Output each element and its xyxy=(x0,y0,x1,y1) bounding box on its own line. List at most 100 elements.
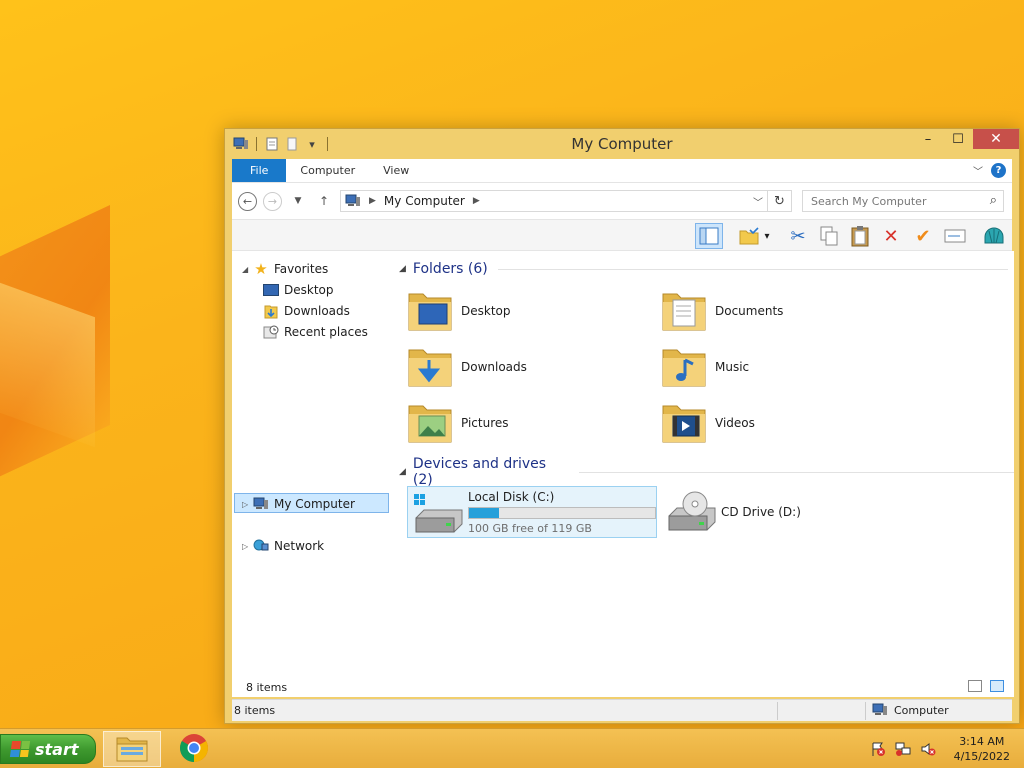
details-bar: 8 items xyxy=(232,677,1012,697)
window-title: My Computer xyxy=(571,135,673,153)
collapse-arrow-icon[interactable]: ◢ xyxy=(242,265,252,274)
nav-favorites-label: Favorites xyxy=(274,262,329,276)
drive-local-disk-c[interactable]: Local Disk (C:) 100 GB free of 119 GB xyxy=(407,486,657,538)
nav-favorites[interactable]: ◢ ★ Favorites xyxy=(242,259,328,279)
title-bar[interactable]: ▾ My Computer – ☐ ✕ xyxy=(225,129,1019,159)
large-icons-view-icon[interactable] xyxy=(990,680,1004,692)
music-folder-icon xyxy=(661,344,707,390)
computer-icon xyxy=(252,496,270,512)
folder-documents[interactable]: Documents xyxy=(661,285,901,337)
address-bar[interactable]: ▶ My Computer ▶ ﹀ ↻ xyxy=(340,190,792,212)
folder-downloads[interactable]: Downloads xyxy=(407,341,647,393)
nav-computer-row[interactable]: ▷ My Computer xyxy=(242,494,355,514)
folders-group-header[interactable]: ◢ Folders (6) xyxy=(399,261,1008,277)
recent-places-icon xyxy=(262,324,280,340)
status-location: Computer xyxy=(872,703,949,717)
window-controls: – ☐ ✕ xyxy=(913,129,1019,149)
drives-group-title: Devices and drives (2) xyxy=(412,456,547,488)
navigation-bar: ← → ▼ ↑ ▶ My Computer ▶ ﹀ ↻ Search My Co… xyxy=(232,183,1012,219)
search-input[interactable]: Search My Computer ⌕ xyxy=(802,190,1004,212)
drive-free-space: 100 GB free of 119 GB xyxy=(468,521,592,535)
folder-label: Downloads xyxy=(461,360,527,374)
view-switcher xyxy=(968,680,1004,692)
expand-ribbon-icon[interactable]: ﹀ xyxy=(973,163,983,178)
recent-locations-icon[interactable]: ▼ xyxy=(288,191,308,211)
drive-usage-fill xyxy=(469,507,499,518)
breadcrumb-my-computer[interactable]: My Computer xyxy=(384,194,465,208)
drive-cd-d[interactable]: CD Drive (D:) xyxy=(661,486,861,538)
maximize-button[interactable]: ☐ xyxy=(943,129,973,149)
status-separator xyxy=(865,702,866,720)
nav-item-recent-places[interactable]: Recent places xyxy=(262,322,368,342)
folder-label: Videos xyxy=(715,416,755,430)
drive-info: Local Disk (C:) 100 GB free of 119 GB xyxy=(468,490,656,535)
clock-time: 3:14 AM xyxy=(959,735,1005,748)
status-location-label: Computer xyxy=(894,703,949,717)
collapse-group-icon[interactable]: ◢ xyxy=(399,467,406,477)
paste-icon[interactable] xyxy=(846,223,874,249)
minimize-button[interactable]: – xyxy=(913,129,943,149)
network-icon xyxy=(252,538,270,554)
system-tray: 3:14 AM 4/15/2022 xyxy=(869,729,1024,768)
drive-usage-bar xyxy=(468,506,656,519)
nav-item-downloads[interactable]: Downloads xyxy=(262,301,350,321)
clock[interactable]: 3:14 AM 4/15/2022 xyxy=(954,734,1010,764)
close-button[interactable]: ✕ xyxy=(973,129,1019,149)
videos-folder-icon xyxy=(661,400,707,446)
details-view-icon[interactable] xyxy=(968,680,982,692)
rename-icon[interactable] xyxy=(941,223,969,249)
folder-videos[interactable]: Videos xyxy=(661,397,901,449)
folder-label: Music xyxy=(715,360,750,374)
volume-muted-icon[interactable] xyxy=(919,740,937,758)
back-button[interactable]: ← xyxy=(238,191,257,211)
cut-icon[interactable]: ✂ xyxy=(784,223,812,249)
folder-options-dropdown-icon[interactable]: ▾ xyxy=(760,223,774,249)
folder-options-icon[interactable] xyxy=(735,223,763,249)
shell-icon[interactable] xyxy=(980,223,1008,249)
status-separator xyxy=(777,702,778,720)
folders-group-title: Folders (6) xyxy=(412,261,488,277)
breadcrumb-chevron-icon[interactable]: ▶ xyxy=(473,196,480,206)
ribbon-tabs: File Computer View ﹀ ? xyxy=(232,159,1012,183)
status-item-count: 8 items xyxy=(234,704,276,717)
desktop-icon xyxy=(262,282,280,298)
delete-icon[interactable]: ✕ xyxy=(877,223,905,249)
expand-arrow-icon[interactable]: ▷ xyxy=(242,542,252,551)
start-button[interactable]: start xyxy=(0,734,96,764)
folder-label: Pictures xyxy=(461,416,509,430)
nav-item-label: Recent places xyxy=(284,325,368,339)
address-dropdown-icon[interactable]: ﹀ xyxy=(753,194,763,209)
cd-drive-icon xyxy=(665,490,717,534)
search-icon[interactable]: ⌕ xyxy=(990,193,997,208)
tab-computer[interactable]: Computer xyxy=(286,159,369,182)
refresh-button[interactable]: ↻ xyxy=(767,191,791,211)
drives-group-header[interactable]: ◢ Devices and drives (2) xyxy=(399,456,1014,488)
explorer-window: ▾ My Computer – ☐ ✕ File Computer View ﹀… xyxy=(224,128,1020,724)
folder-pictures[interactable]: Pictures xyxy=(407,397,647,449)
nav-item-network[interactable]: ▷ Network xyxy=(242,536,324,556)
content-pane: ◢ Folders (6) Desktop Documents Download… xyxy=(389,251,1014,697)
expand-arrow-icon[interactable]: ▷ xyxy=(242,500,252,509)
preview-pane-button[interactable] xyxy=(695,223,723,249)
checkmark-icon[interactable]: ✔ xyxy=(909,223,937,249)
tab-view[interactable]: View xyxy=(369,159,423,182)
network-status-icon[interactable] xyxy=(894,740,912,758)
folder-music[interactable]: Music xyxy=(661,341,901,393)
nav-item-desktop[interactable]: Desktop xyxy=(262,280,334,300)
ribbon-right: ﹀ ? xyxy=(973,159,1012,182)
action-center-flag-icon[interactable] xyxy=(869,740,887,758)
computer-icon xyxy=(872,703,888,717)
taskbar-chrome[interactable] xyxy=(165,731,223,767)
up-button[interactable]: ↑ xyxy=(314,191,334,211)
folder-desktop[interactable]: Desktop xyxy=(407,285,647,337)
help-icon[interactable]: ? xyxy=(991,163,1006,178)
windows-flag-icon xyxy=(9,741,31,757)
taskbar-file-explorer[interactable] xyxy=(103,731,161,767)
copy-icon[interactable] xyxy=(815,223,843,249)
taskbar: start 3:14 AM 4/15/2022 xyxy=(0,728,1024,768)
forward-button[interactable]: → xyxy=(263,191,282,211)
tab-file[interactable]: File xyxy=(232,159,287,182)
clock-date: 4/15/2022 xyxy=(953,750,1010,763)
breadcrumb-chevron-icon[interactable]: ▶ xyxy=(369,196,376,206)
collapse-group-icon[interactable]: ◢ xyxy=(399,264,406,274)
